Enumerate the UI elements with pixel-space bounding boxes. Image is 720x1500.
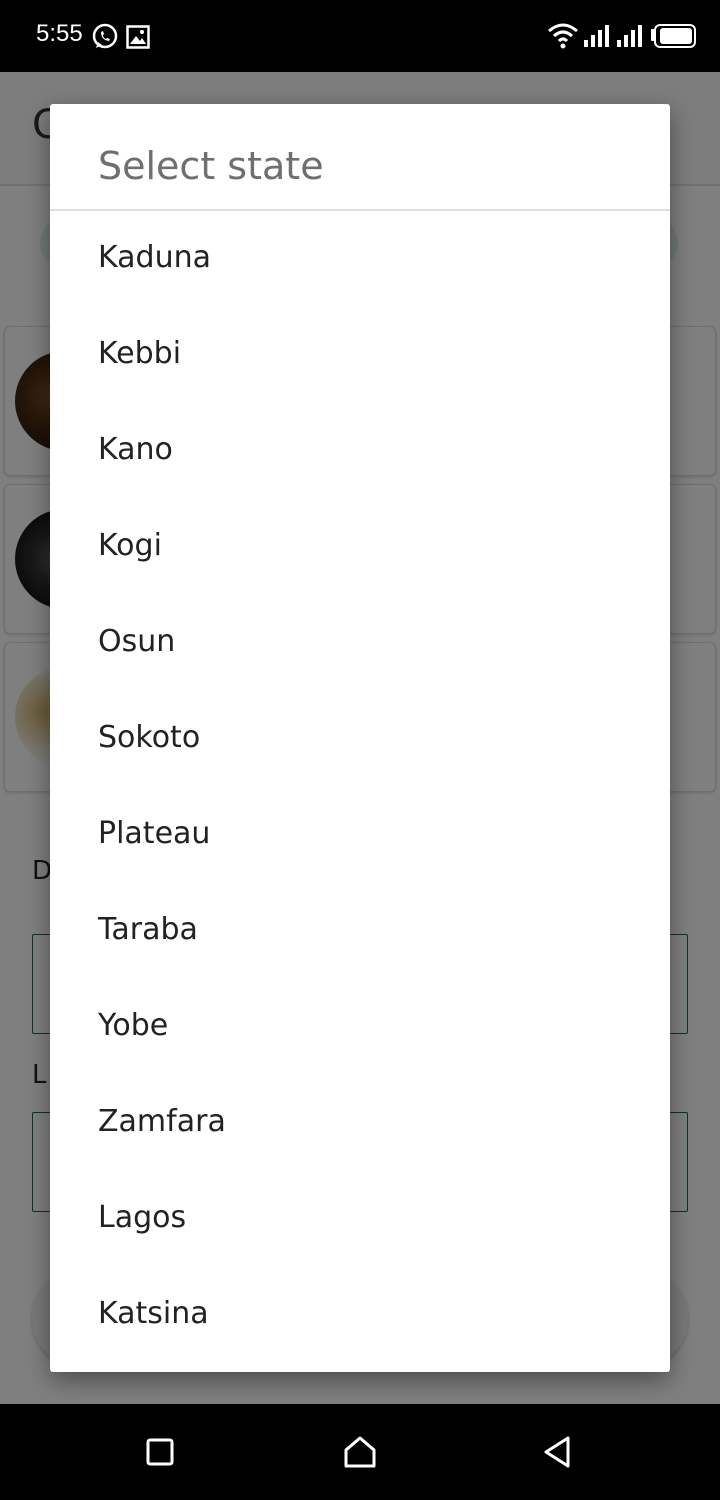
state-option-katsina[interactable]: Katsina [50,1267,670,1363]
state-option-label: Kebbi [98,336,182,371]
state-list: Kaduna Kebbi Kano Kogi Osun Sokoto Plate… [50,211,670,1363]
dialog-title: Select state [98,144,324,188]
screen: 5:55 Select state Kaduna Kebbi Kano Kogi… [0,0,720,1500]
signal-icon [583,24,611,52]
home-icon[interactable] [340,1432,380,1472]
status-bar: 5:55 [0,0,720,72]
back-icon[interactable] [538,1432,578,1472]
state-option-plateau[interactable]: Plateau [50,787,670,883]
state-option-label: Taraba [98,912,198,947]
state-option-zamfara[interactable]: Zamfara [50,1075,670,1171]
select-state-dialog: Select state Kaduna Kebbi Kano Kogi Osun… [50,104,670,1372]
state-option-sokoto[interactable]: Sokoto [50,691,670,787]
state-option-kano[interactable]: Kano [50,403,670,499]
state-option-label: Osun [98,624,176,659]
state-option-kaduna[interactable]: Kaduna [50,211,670,307]
whatsapp-icon [90,22,120,56]
state-option-lagos[interactable]: Lagos [50,1171,670,1267]
state-option-kogi[interactable]: Kogi [50,499,670,595]
state-option-label: Plateau [98,816,211,851]
gallery-icon [126,25,150,53]
state-option-label: Sokoto [98,720,201,755]
state-option-label: Kogi [98,528,162,563]
recents-icon[interactable] [140,1432,180,1472]
status-time: 5:55 [36,20,83,47]
state-option-kebbi[interactable]: Kebbi [50,307,670,403]
signal-icon [616,24,644,52]
state-option-label: Lagos [98,1200,187,1235]
state-option-label: Kaduna [98,240,211,275]
state-option-label: Yobe [98,1008,169,1043]
state-option-osun[interactable]: Osun [50,595,670,691]
state-option-yobe[interactable]: Yobe [50,979,670,1075]
state-option-label: Katsina [98,1296,209,1331]
state-option-taraba[interactable]: Taraba [50,883,670,979]
navigation-bar [0,1404,720,1500]
state-option-label: Kano [98,432,173,467]
state-option-label: Zamfara [98,1104,226,1139]
battery-icon [650,24,698,52]
wifi-icon [547,22,579,54]
